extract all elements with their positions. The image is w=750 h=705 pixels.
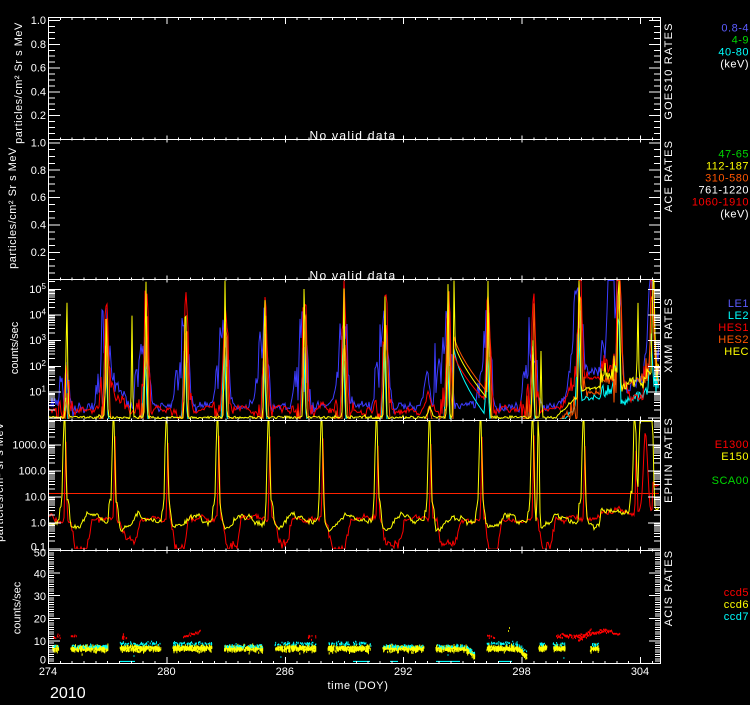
svg-text:GOES10 RATES: GOES10 RATES	[663, 22, 675, 119]
svg-text:No valid data: No valid data	[310, 129, 397, 143]
svg-text:310-580: 310-580	[705, 173, 749, 185]
svg-text:20: 20	[34, 614, 46, 626]
svg-text:0: 0	[40, 655, 46, 667]
svg-text:761-1220: 761-1220	[699, 185, 750, 197]
svg-text:HES2: HES2	[718, 334, 749, 346]
svg-text:40: 40	[34, 569, 46, 581]
svg-text:10: 10	[34, 636, 46, 648]
svg-text:0.6: 0.6	[31, 192, 46, 204]
svg-text:10.0: 10.0	[25, 492, 46, 504]
svg-text:ccd5: ccd5	[724, 587, 749, 599]
svg-text:ccd6: ccd6	[724, 599, 749, 611]
svg-text:HES1: HES1	[718, 322, 749, 334]
svg-text:EPHIN RATES: EPHIN RATES	[663, 417, 675, 503]
svg-text:286: 286	[276, 666, 294, 678]
svg-text:0.8-4: 0.8-4	[721, 23, 749, 35]
svg-text:ACIS RATES: ACIS RATES	[663, 550, 675, 627]
svg-text:0.2: 0.2	[31, 110, 46, 122]
svg-text:particles/cm² sr s MeV: particles/cm² sr s MeV	[0, 422, 6, 542]
svg-text:292: 292	[394, 666, 412, 678]
svg-text:280: 280	[157, 666, 175, 678]
svg-text:0.4: 0.4	[31, 220, 46, 232]
svg-text:ACE RATES: ACE RATES	[663, 140, 675, 212]
svg-text:0.8: 0.8	[31, 39, 46, 51]
svg-text:XMM RATES: XMM RATES	[663, 297, 675, 372]
svg-text:50: 50	[34, 548, 46, 560]
svg-text:0.4: 0.4	[31, 86, 46, 98]
svg-text:0.8: 0.8	[31, 165, 46, 177]
svg-text:1.0: 1.0	[31, 518, 46, 530]
svg-text:counts/sec: counts/sec	[9, 321, 21, 374]
svg-text:(keV): (keV)	[720, 209, 749, 221]
svg-text:E1300: E1300	[715, 439, 749, 451]
svg-text:298: 298	[512, 666, 530, 678]
svg-text:4-9: 4-9	[732, 35, 749, 47]
svg-text:particles/cm² Sr s MeV: particles/cm² Sr s MeV	[7, 147, 19, 269]
svg-text:0.6: 0.6	[31, 63, 46, 75]
svg-text:No valid data: No valid data	[310, 269, 397, 283]
svg-text:1000.0: 1000.0	[12, 440, 46, 452]
svg-text:0.2: 0.2	[31, 247, 46, 259]
svg-text:100.0: 100.0	[18, 466, 46, 478]
svg-text:(keV): (keV)	[720, 59, 749, 71]
svg-text:30: 30	[34, 591, 46, 603]
svg-text:1.0: 1.0	[31, 137, 46, 149]
svg-text:47-65: 47-65	[718, 149, 749, 161]
svg-text:2010: 2010	[50, 685, 86, 700]
svg-text:particles/cm² Sr s MeV: particles/cm² Sr s MeV	[13, 22, 25, 144]
svg-text:ccd7: ccd7	[724, 611, 749, 623]
svg-text:E150: E150	[721, 451, 749, 463]
svg-text:LE2: LE2	[728, 310, 749, 322]
svg-text:304: 304	[631, 666, 649, 678]
svg-text:112-187: 112-187	[706, 161, 749, 173]
svg-text:274: 274	[39, 666, 57, 678]
svg-text:1060-1910: 1060-1910	[692, 197, 749, 209]
svg-text:SCA00: SCA00	[712, 475, 749, 487]
svg-text:time (DOY): time (DOY)	[328, 680, 389, 692]
svg-text:counts/sec: counts/sec	[12, 581, 24, 634]
svg-text:LE1: LE1	[728, 298, 749, 310]
svg-text:1.0: 1.0	[31, 15, 46, 27]
svg-text:40-80: 40-80	[718, 47, 749, 59]
svg-text:HEC: HEC	[724, 346, 749, 358]
